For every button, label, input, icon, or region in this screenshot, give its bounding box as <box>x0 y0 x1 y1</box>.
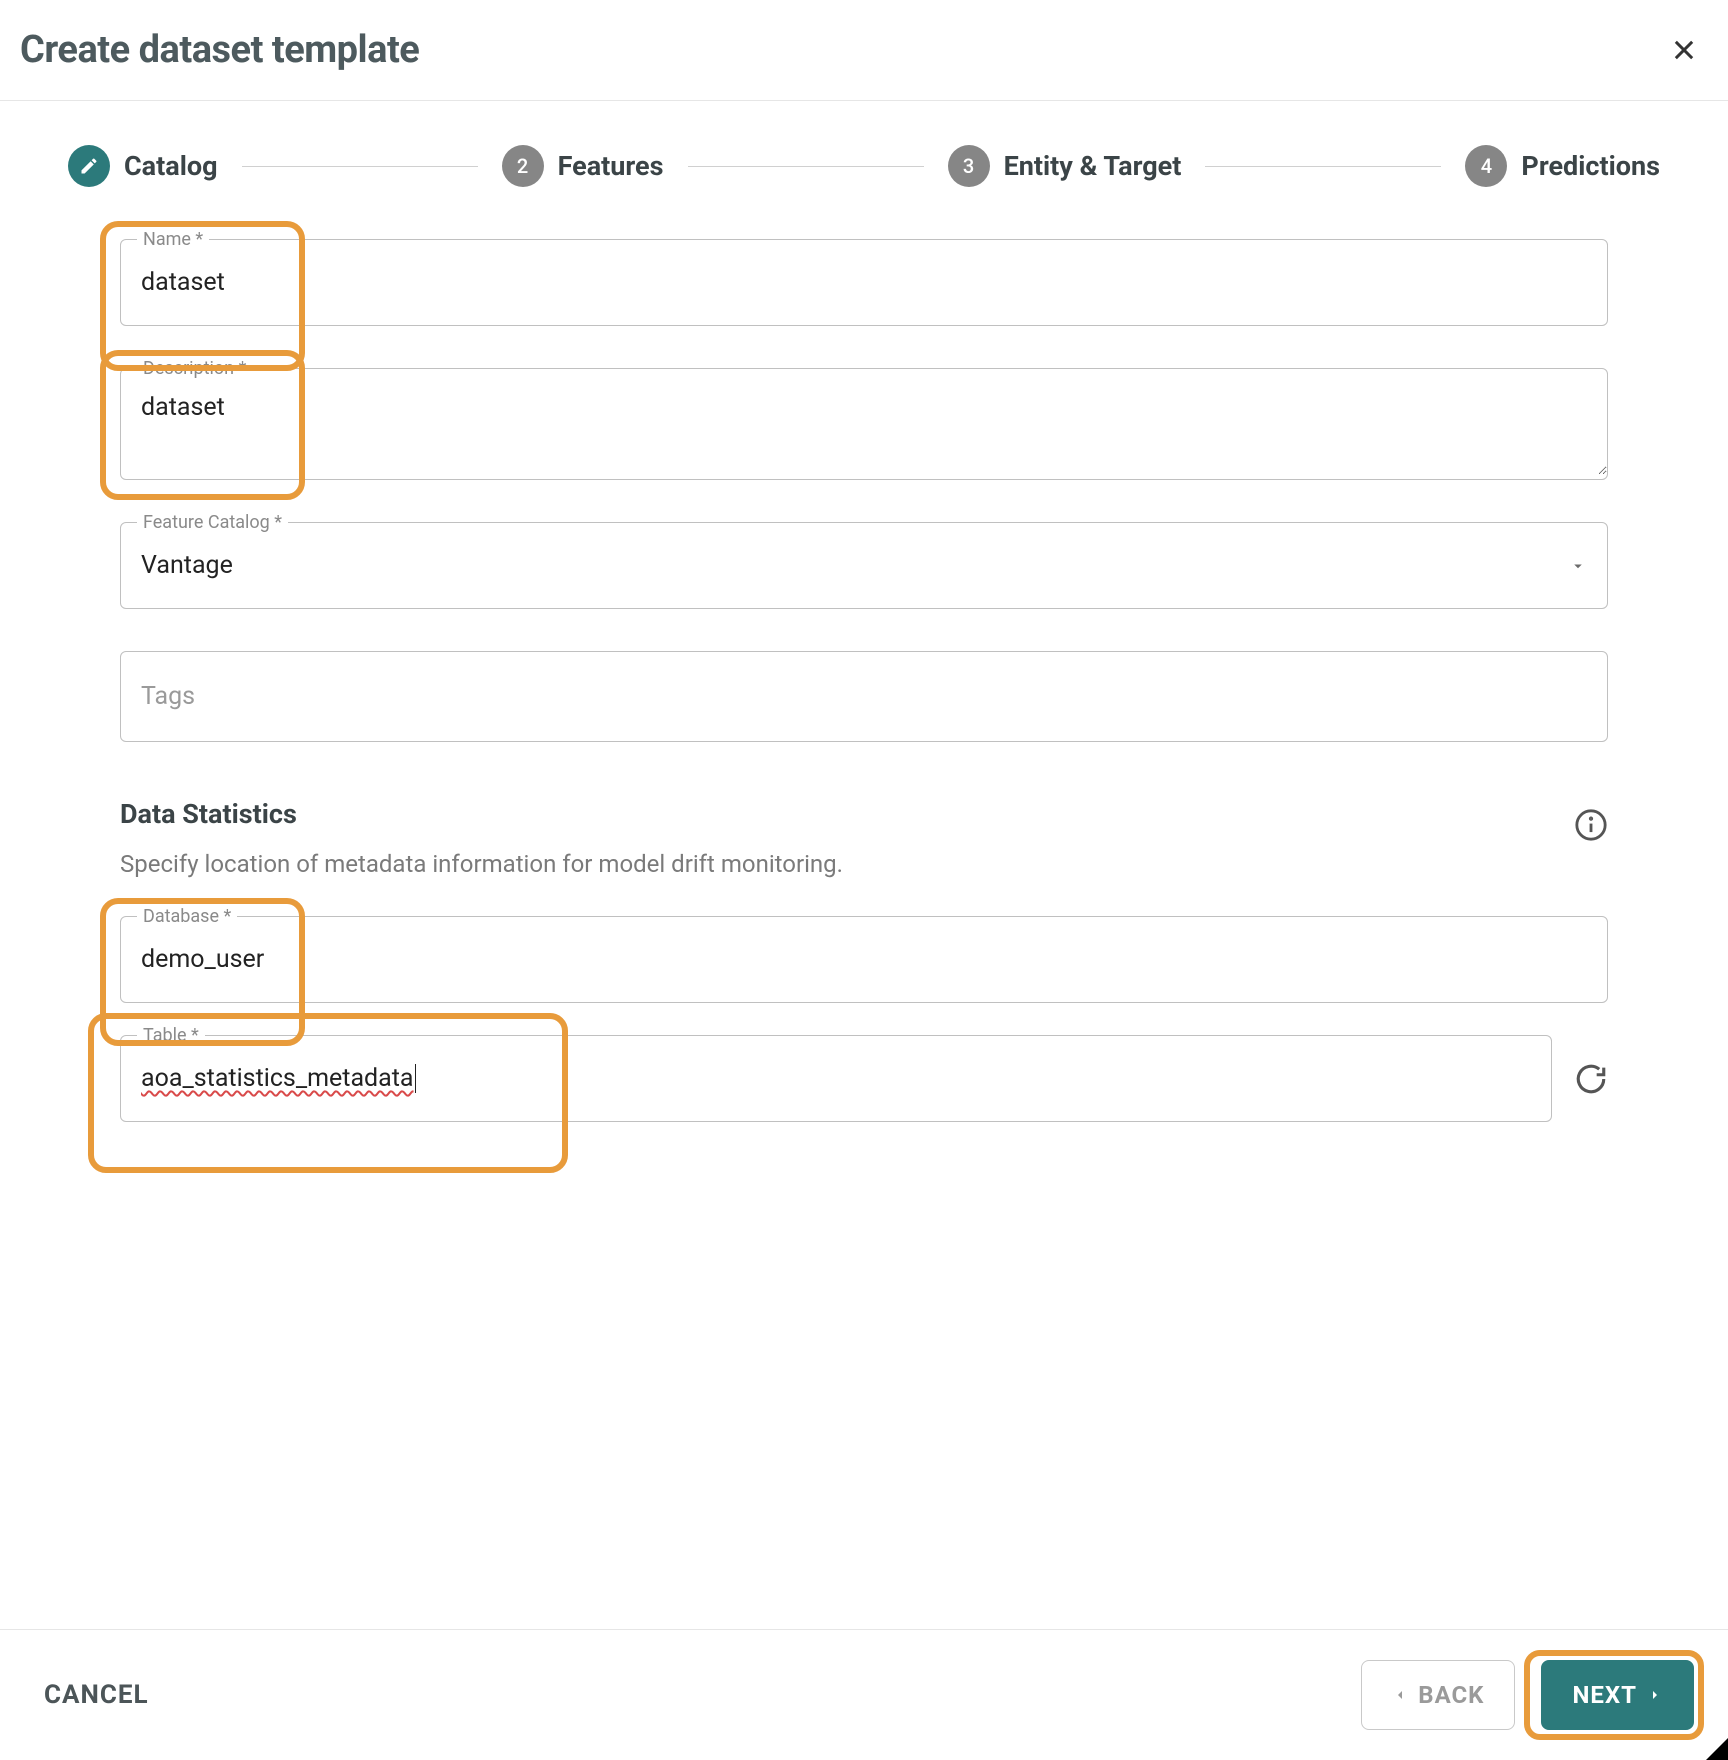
description-field-wrap: Description * dataset <box>120 368 1608 480</box>
step-line <box>688 166 924 167</box>
field-label: Database * <box>137 906 237 927</box>
modal-content: Catalog 2 Features 3 Entity & Target 4 P… <box>0 101 1728 1629</box>
description-textarea[interactable]: dataset <box>121 369 1607 475</box>
name-field-wrap: Name * <box>120 239 1608 326</box>
database-input[interactable] <box>121 917 1607 1002</box>
name-input[interactable] <box>121 240 1607 325</box>
step-label: Features <box>558 150 664 182</box>
field-label: Feature Catalog * <box>137 512 288 533</box>
step-circle: 3 <box>948 145 990 187</box>
feature-catalog-field-wrap: Feature Catalog * Vantage <box>120 522 1608 609</box>
table-field[interactable]: Table * aoa_statistics_metadata <box>120 1035 1552 1122</box>
chevron-right-icon <box>1647 1687 1663 1703</box>
refresh-button[interactable] <box>1574 1062 1608 1096</box>
table-field-wrap: Table * aoa_statistics_metadata <box>120 1035 1608 1122</box>
close-icon <box>1670 36 1698 64</box>
tags-placeholder: Tags <box>121 652 1607 741</box>
next-label: NEXT <box>1572 1681 1637 1709</box>
resize-handle[interactable] <box>1706 1738 1728 1760</box>
step-circle: 4 <box>1465 145 1507 187</box>
next-button[interactable]: NEXT <box>1541 1660 1694 1730</box>
step-label: Entity & Target <box>1004 150 1182 182</box>
step-entity-target[interactable]: 3 Entity & Target <box>948 145 1182 187</box>
back-button[interactable]: BACK <box>1361 1660 1515 1730</box>
field-label: Description * <box>137 358 252 379</box>
feature-catalog-field[interactable]: Feature Catalog * Vantage <box>120 522 1608 609</box>
step-circle-active <box>68 145 110 187</box>
back-label: BACK <box>1418 1681 1484 1709</box>
step-predictions[interactable]: 4 Predictions <box>1465 145 1660 187</box>
chevron-left-icon <box>1392 1687 1408 1703</box>
database-field[interactable]: Database * <box>120 916 1608 1003</box>
database-field-wrap: Database * <box>120 916 1608 1003</box>
feature-catalog-value: Vantage <box>121 523 1569 608</box>
step-label: Catalog <box>124 150 218 182</box>
modal-title: Create dataset template <box>20 28 419 72</box>
section-title: Data Statistics <box>120 798 297 830</box>
section-description: Specify location of metadata information… <box>120 850 1608 878</box>
tags-field-wrap: Tags <box>120 651 1608 742</box>
create-dataset-template-modal: Create dataset template Catalog 2 Featur… <box>0 0 1728 1760</box>
step-line <box>242 166 478 167</box>
stepper: Catalog 2 Features 3 Entity & Target 4 P… <box>68 145 1660 187</box>
step-circle: 2 <box>502 145 544 187</box>
step-label: Predictions <box>1521 150 1660 182</box>
step-line <box>1205 166 1441 167</box>
data-statistics-header: Data Statistics <box>120 798 1608 842</box>
table-input[interactable]: aoa_statistics_metadata <box>121 1036 1551 1121</box>
field-label: Table * <box>137 1025 205 1046</box>
modal-footer: CANCEL BACK NEXT <box>0 1629 1728 1760</box>
step-catalog[interactable]: Catalog <box>68 145 218 187</box>
cancel-button[interactable]: CANCEL <box>44 1680 149 1710</box>
pencil-icon <box>79 156 99 176</box>
field-label: Name * <box>137 229 209 250</box>
description-field[interactable]: Description * dataset <box>120 368 1608 480</box>
tags-field[interactable]: Tags <box>120 651 1608 742</box>
step-features[interactable]: 2 Features <box>502 145 664 187</box>
chevron-down-icon <box>1569 557 1607 575</box>
name-field[interactable]: Name * <box>120 239 1608 326</box>
modal-header: Create dataset template <box>0 0 1728 101</box>
form-area: Name * Description * dataset Feature Cat… <box>68 239 1660 1122</box>
close-button[interactable] <box>1664 30 1704 70</box>
info-icon[interactable] <box>1574 808 1608 842</box>
